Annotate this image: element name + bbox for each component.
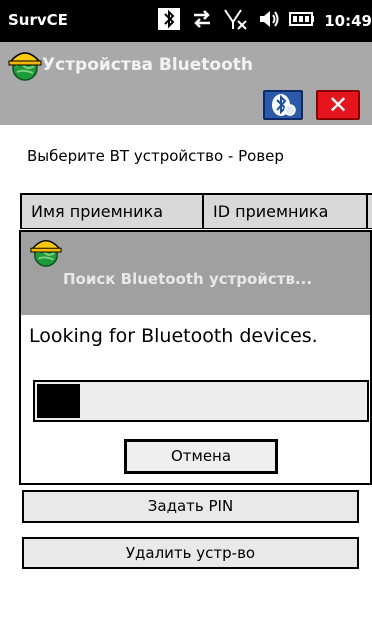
- device-select-prompt: Выберите BT устройство - Ровер: [27, 147, 284, 165]
- no-signal-icon[interactable]: [223, 7, 249, 35]
- column-receiver-id[interactable]: ID приемника: [202, 195, 366, 229]
- dialog-title: Поиск Bluetooth устройств...: [63, 270, 313, 288]
- status-app-name: SurvCE: [8, 11, 68, 29]
- cancel-button[interactable]: Отмена: [124, 439, 278, 474]
- search-progress-bar: [33, 380, 369, 422]
- helmet-globe-icon: [8, 48, 42, 82]
- column-overflow[interactable]: [366, 195, 372, 229]
- data-sync-icon[interactable]: [190, 7, 214, 35]
- window-title-bar: Устройства Bluetooth ✕: [0, 42, 372, 125]
- progress-fill: [37, 384, 80, 418]
- device-table-header: Имя приемника ID приемника: [20, 193, 372, 229]
- bluetooth-search-button[interactable]: [263, 90, 303, 120]
- status-time[interactable]: 10:49: [324, 12, 372, 30]
- status-bar: SurvCE 10:49: [0, 0, 372, 42]
- bluetooth-search-icon: [265, 94, 301, 122]
- remove-device-button[interactable]: Удалить устр-во: [22, 537, 359, 569]
- dialog-message: Looking for Bluetooth devices.: [29, 325, 318, 347]
- dialog-title-bar: Поиск Bluetooth устройств...: [21, 232, 370, 315]
- helmet-globe-icon: [29, 236, 63, 268]
- battery-icon[interactable]: [289, 7, 315, 35]
- status-icons: 10:49: [157, 8, 372, 34]
- column-receiver-name[interactable]: Имя приемника: [20, 195, 202, 229]
- close-button[interactable]: ✕: [316, 90, 360, 120]
- bluetooth-icon[interactable]: [157, 7, 181, 35]
- set-pin-button[interactable]: Задать PIN: [22, 490, 359, 523]
- close-icon: ✕: [327, 91, 349, 119]
- bluetooth-search-dialog: Поиск Bluetooth устройств... Looking for…: [19, 230, 372, 485]
- window-title: Устройства Bluetooth: [42, 55, 254, 75]
- volume-icon[interactable]: [258, 7, 280, 35]
